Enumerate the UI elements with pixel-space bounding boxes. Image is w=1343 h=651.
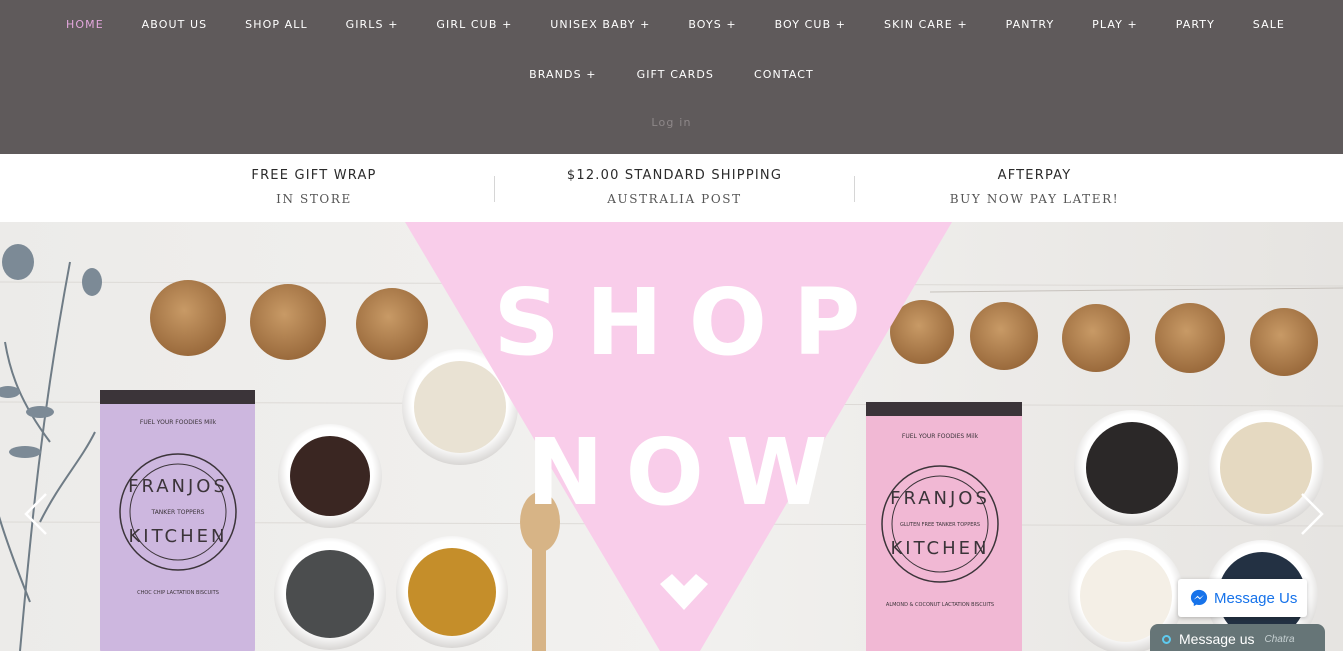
can-right-header: FUEL YOUR FOODIES Milk	[902, 433, 979, 440]
can-right-brand-bottom: KITCHEN	[891, 538, 990, 559]
promo-subtitle: BUY NOW PAY LATER!	[949, 192, 1120, 206]
login-link[interactable]: Log in	[0, 116, 1343, 129]
nav-item-about-us[interactable]: ABOUT US	[142, 18, 208, 31]
can-right-brand-top: FRANJOS	[890, 488, 990, 509]
main-navigation: HOME ABOUT US SHOP ALL GIRLS + GIRL CUB …	[0, 0, 1343, 154]
nav-item-sale[interactable]: SALE	[1253, 18, 1285, 31]
nav-item-pantry[interactable]: PANTRY	[1006, 18, 1055, 31]
hero-can-labels: FUEL YOUR FOODIES Milk FRANJOS TANKER TO…	[128, 269, 994, 608]
nav-item-boys[interactable]: BOYS +	[688, 18, 736, 31]
chatra-widget[interactable]: Message us Chatra	[1150, 624, 1325, 651]
can-right-flavor: GLUTEN FREE TANKER TOPPERS	[900, 522, 980, 528]
hero-headline-now[interactable]: NOW	[527, 419, 850, 526]
nav-row-secondary: BRANDS + GIFT CARDS CONTACT	[0, 64, 1343, 84]
nav-item-unisex-baby[interactable]: UNISEX BABY +	[550, 18, 650, 31]
messenger-icon	[1190, 589, 1208, 607]
promo-subtitle: AUSTRALIA POST	[607, 192, 742, 206]
messenger-label: Message Us	[1214, 589, 1298, 607]
nav-item-play[interactable]: PLAY +	[1092, 18, 1138, 31]
can-right-caption: ALMOND & COCONUT LACTATION BISCUITS	[886, 602, 994, 608]
promo-gift-wrap: FREE GIFT WRAP IN STORE	[134, 154, 494, 222]
chatra-brand: Chatra	[1264, 633, 1295, 645]
nav-item-shop-all[interactable]: SHOP ALL	[245, 18, 308, 31]
prev-slide-icon[interactable]	[22, 492, 52, 536]
can-left-caption: CHOC CHIP LACTATION BISCUITS	[137, 590, 219, 596]
chat-status-icon	[1162, 634, 1171, 644]
can-left-brand-bottom: KITCHEN	[129, 526, 228, 547]
chatra-label: Message us	[1179, 631, 1255, 647]
nav-item-girl-cub[interactable]: GIRL CUB +	[436, 18, 512, 31]
can-left-flavor: TANKER TOPPERS	[151, 509, 205, 516]
nav-item-boy-cub[interactable]: BOY CUB +	[775, 18, 847, 31]
nav-item-brands[interactable]: BRANDS +	[529, 68, 596, 81]
promo-afterpay: AFTERPAY BUY NOW PAY LATER!	[855, 154, 1214, 222]
nav-item-home[interactable]: HOME	[66, 18, 104, 31]
promo-bar: FREE GIFT WRAP IN STORE $12.00 STANDARD …	[0, 154, 1343, 222]
promo-title: FREE GIFT WRAP	[251, 168, 377, 183]
nav-row-primary: HOME ABOUT US SHOP ALL GIRLS + GIRL CUB …	[0, 14, 1343, 34]
nav-item-gift-cards[interactable]: GIFT CARDS	[637, 68, 714, 81]
promo-shipping: $12.00 STANDARD SHIPPING AUSTRALIA POST	[495, 154, 854, 222]
nav-item-skin-care[interactable]: SKIN CARE +	[884, 18, 968, 31]
promo-title: $12.00 STANDARD SHIPPING	[566, 168, 783, 183]
can-left-brand-top: FRANJOS	[128, 476, 228, 497]
messenger-button[interactable]: Message Us	[1178, 579, 1307, 617]
next-slide-icon[interactable]	[1296, 492, 1326, 536]
nav-item-contact[interactable]: CONTACT	[754, 68, 814, 81]
promo-subtitle: IN STORE	[276, 192, 352, 206]
promo-title: AFTERPAY	[997, 168, 1072, 183]
hero-slider[interactable]: FUEL YOUR FOODIES Milk FRANJOS TANKER TO…	[0, 222, 1343, 651]
hero-headline-shop[interactable]: SHOP	[494, 269, 887, 376]
nav-item-party[interactable]: PARTY	[1176, 18, 1215, 31]
nav-item-girls[interactable]: GIRLS +	[346, 18, 399, 31]
can-left-header: FUEL YOUR FOODIES Milk	[140, 419, 217, 426]
